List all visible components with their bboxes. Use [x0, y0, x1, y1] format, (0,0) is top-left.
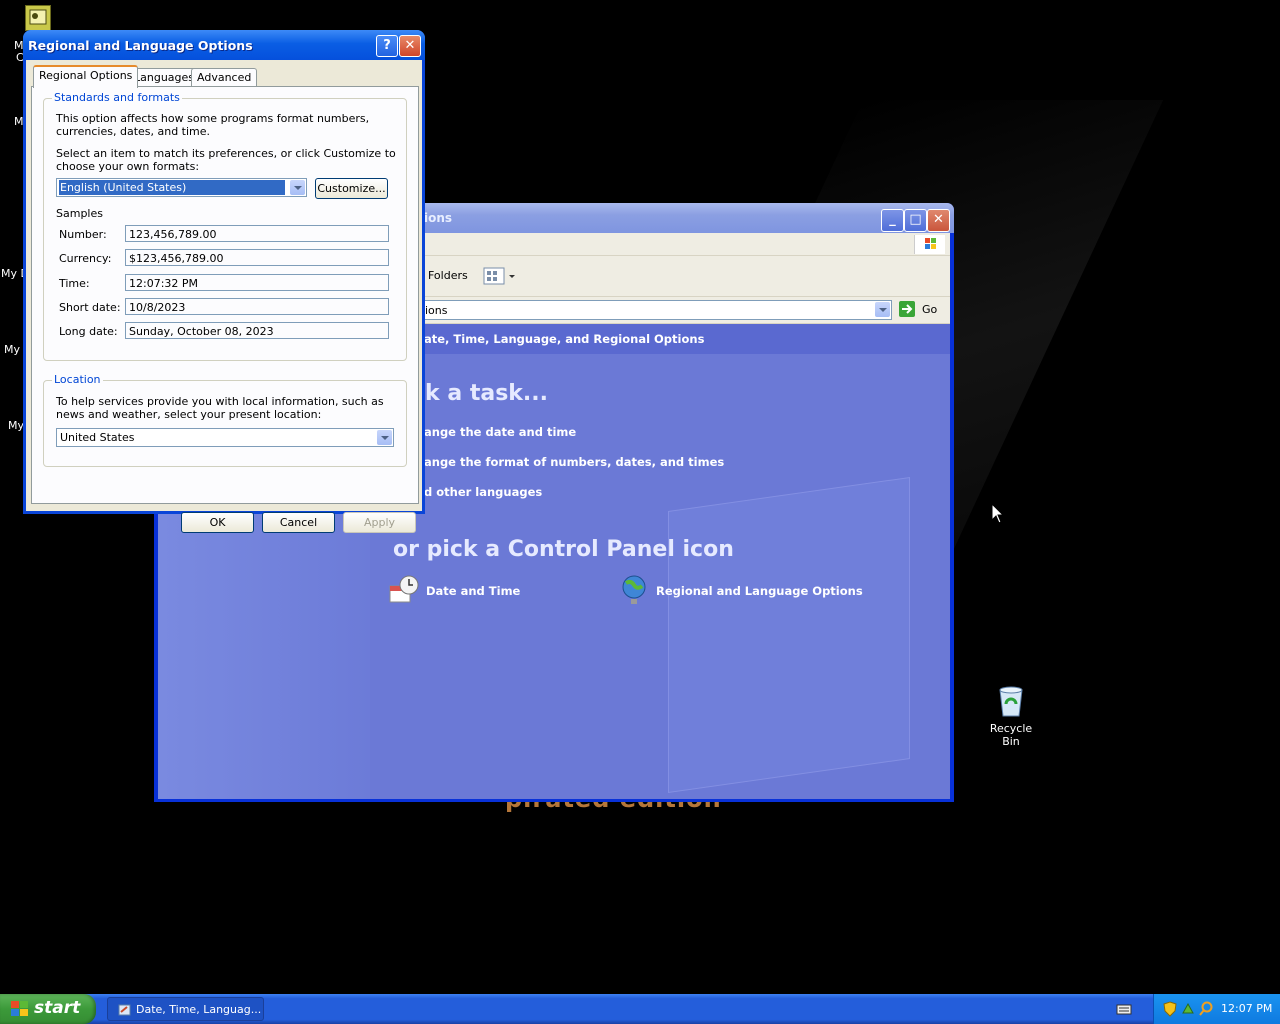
pick-icon-heading: or pick a Control Panel icon	[393, 537, 734, 562]
dialog-close-button[interactable]: ✕	[399, 35, 421, 57]
locale-select[interactable]: English (United States)	[56, 178, 307, 197]
views-icon	[483, 267, 515, 285]
sample-currency-value: $123,456,789.00	[125, 249, 389, 266]
dialog-title: Regional and Language Options	[28, 38, 253, 53]
taskbar-item-label: Date, Time, Languag...	[136, 1003, 262, 1016]
folders-button[interactable]: Folders	[428, 269, 468, 282]
customize-button[interactable]: Customize...	[315, 178, 388, 199]
tab-advanced[interactable]: Advanced	[191, 68, 258, 87]
start-label: start	[34, 998, 81, 1018]
ok-button[interactable]: OK	[181, 512, 254, 533]
recycle-bin[interactable]: Recycle Bin	[980, 684, 1042, 748]
dialog-titlebar[interactable]: Regional and Language Options ? ✕	[23, 30, 425, 60]
maximize-icon: □	[909, 212, 922, 227]
search-icon[interactable]	[1199, 1001, 1213, 1017]
address-value: ions	[425, 304, 448, 317]
system-tray: 12:07 PM	[1153, 994, 1280, 1024]
regional-options-icon-link[interactable]: Regional and Language Options	[620, 574, 880, 608]
regional-options-label: Regional and Language Options	[656, 584, 863, 598]
location-group: Location To help services provide you wi…	[43, 373, 407, 467]
date-time-icon-link[interactable]: Date and Time	[388, 574, 548, 608]
desktop-icon-label[interactable]: My	[4, 343, 20, 356]
maximize-button[interactable]: □	[904, 209, 927, 232]
location-description: To help services provide you with local …	[56, 395, 384, 421]
background-checkmark-graphic	[668, 476, 910, 794]
dialog-body: Regional Options Languages Advanced Stan…	[26, 60, 422, 533]
keyboard-icon[interactable]	[1116, 1002, 1132, 1016]
sample-currency-label: Currency:	[59, 252, 112, 265]
samples-label: Samples	[56, 207, 103, 220]
tab-regional-options[interactable]: Regional Options	[33, 65, 139, 88]
address-dropdown-icon[interactable]	[875, 302, 890, 317]
globe-icon	[622, 575, 646, 604]
standards-formats-label: Standards and formats	[52, 91, 182, 104]
category-title: ate, Time, Language, and Regional Option…	[424, 332, 705, 346]
regional-language-dialog: Regional and Language Options ? ✕ Region…	[23, 30, 425, 533]
recycle-bin-icon	[999, 686, 1023, 717]
apply-button[interactable]: Apply	[343, 512, 416, 533]
sample-time-value: 12:07:32 PM	[125, 274, 389, 291]
windows-flag-icon	[11, 1001, 28, 1016]
desktop-app-icon[interactable]	[25, 5, 51, 31]
sample-short-date-label: Short date:	[59, 301, 121, 314]
sample-time-label: Time:	[59, 277, 90, 290]
location-selected-value: United States	[60, 431, 135, 444]
go-arrow-icon	[899, 301, 915, 317]
app-icon	[29, 9, 47, 25]
go-button[interactable]: Go	[898, 300, 948, 320]
security-shield-icon[interactable]	[1163, 1001, 1177, 1017]
minimize-button[interactable]: _	[881, 209, 904, 232]
clock: 12:07 PM	[1221, 1002, 1273, 1015]
desktop-icon-label[interactable]: My	[8, 419, 24, 432]
standards-instruction: Select an item to match its preferences,…	[56, 147, 396, 173]
help-icon: ?	[383, 38, 391, 53]
sample-short-date-value: 10/8/2023	[125, 298, 389, 315]
views-button[interactable]	[480, 264, 518, 288]
sample-number-value: 123,456,789.00	[125, 225, 389, 242]
location-label: Location	[52, 373, 103, 386]
task-link-date-time[interactable]: ange the date and time	[424, 425, 576, 439]
minimize-icon: _	[889, 212, 896, 227]
pick-task-heading: ck a task...	[412, 381, 548, 406]
locale-selected-value: English (United States)	[59, 180, 285, 195]
cancel-button[interactable]: Cancel	[262, 512, 335, 533]
go-label: Go	[922, 303, 938, 316]
task-link-languages[interactable]: d other languages	[424, 485, 542, 499]
mouse-cursor-icon	[991, 503, 1005, 524]
start-button[interactable]: start	[0, 994, 96, 1024]
location-select[interactable]: United States	[56, 428, 394, 447]
standards-description: This option affects how some programs fo…	[56, 112, 370, 138]
windows-logo-icon	[914, 235, 945, 254]
taskbar-item-control-panel[interactable]: Date, Time, Languag...	[107, 997, 264, 1021]
task-link-formats[interactable]: ange the format of numbers, dates, and t…	[424, 455, 724, 469]
taskbar: start Date, Time, Languag... 12:07 PM	[0, 994, 1280, 1024]
regional-options-panel: Standards and formats This option affect…	[31, 86, 419, 504]
close-icon: ✕	[933, 212, 944, 227]
clock-calendar-icon	[389, 575, 419, 603]
control-panel-icon	[118, 1004, 131, 1016]
network-icon[interactable]	[1181, 1001, 1195, 1017]
window-title: ions	[424, 211, 453, 225]
chevron-down-icon[interactable]	[290, 180, 305, 195]
date-time-label: Date and Time	[426, 584, 521, 598]
recycle-bin-label: Recycle Bin	[989, 722, 1033, 748]
sample-long-date-value: Sunday, October 08, 2023	[125, 322, 389, 339]
sample-number-label: Number:	[59, 228, 107, 241]
close-icon: ✕	[404, 38, 416, 53]
sample-long-date-label: Long date:	[59, 325, 118, 338]
standards-formats-group: Standards and formats This option affect…	[43, 91, 407, 361]
close-button[interactable]: ✕	[927, 209, 950, 232]
help-button[interactable]: ?	[376, 35, 398, 57]
chevron-down-icon[interactable]	[377, 430, 392, 445]
tab-languages[interactable]: Languages	[128, 68, 201, 87]
